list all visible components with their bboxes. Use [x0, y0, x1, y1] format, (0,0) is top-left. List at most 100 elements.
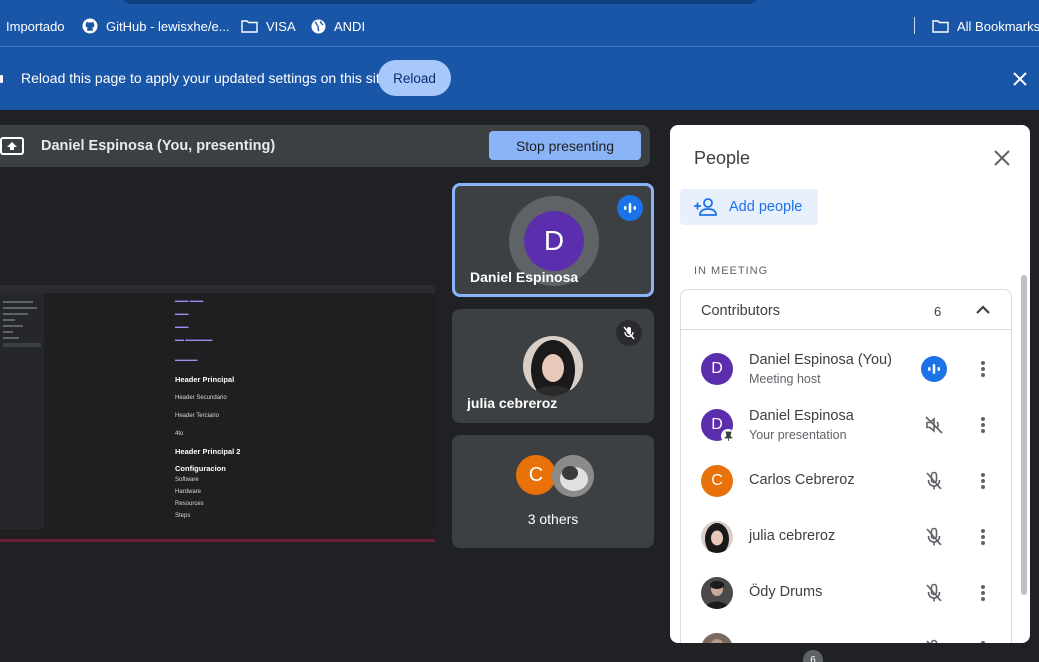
scrollbar[interactable]	[1021, 275, 1027, 595]
panel-title: People	[694, 148, 751, 168]
doc-line: Hardware	[175, 489, 202, 495]
more-vert-icon[interactable]	[976, 639, 990, 643]
avatar-initial: D	[711, 416, 723, 433]
doc-line: Software	[175, 477, 199, 483]
doc-link: ▬▬ ▬▬▬▬▬▬	[175, 337, 213, 342]
contributors-label: Contributors	[701, 303, 780, 319]
add-people-label: Add people	[729, 199, 803, 215]
close-icon[interactable]	[991, 147, 1013, 169]
add-person-icon	[694, 198, 717, 216]
participant-tile-daniel[interactable]: D Daniel Espinosa	[452, 183, 654, 297]
avatar	[552, 455, 594, 497]
participant-name: Daniel Espinosa	[749, 408, 854, 424]
mic-off-icon	[623, 326, 635, 340]
more-vert-icon[interactable]	[976, 415, 990, 435]
folder-icon	[241, 20, 258, 33]
avatar	[701, 577, 733, 609]
doc-line: Resources	[175, 501, 204, 507]
chevron-up-icon[interactable]	[973, 301, 993, 319]
doc-line: Header Terciario	[175, 413, 219, 419]
bookmark-github[interactable]: GitHub - lewisxhe/e...	[82, 17, 230, 35]
tile-name: julia cebreroz	[467, 395, 558, 411]
tile-name: 3 others	[527, 511, 579, 527]
participant-name: Carlos Cebreroz	[749, 472, 855, 488]
presenting-title: Daniel Espinosa (You, presenting)	[41, 138, 276, 154]
avatar: D	[701, 409, 735, 443]
folder-icon	[932, 20, 949, 33]
bookmarks-separator	[914, 17, 915, 34]
more-vert-icon[interactable]	[976, 359, 990, 379]
all-bookmarks-label: All Bookmarks	[957, 18, 1039, 34]
more-vert-icon[interactable]	[976, 527, 990, 547]
doc-line: Configuracion	[175, 464, 226, 473]
volume-off-icon	[925, 416, 943, 434]
doc-link: ▬▬▬▬▬	[175, 357, 198, 362]
doc-line: Header Principal	[175, 375, 235, 384]
address-bar[interactable]	[120, 0, 760, 4]
avatar: D	[701, 353, 733, 385]
participant-row[interactable]: Ödy Drums	[681, 571, 1011, 627]
bookmarks-bar: Importado GitHub - lewisxhe/e... VISA AN…	[0, 0, 1039, 47]
avatar	[701, 633, 733, 643]
participant-role: Your presentation	[749, 428, 847, 442]
contributors-header[interactable]: Contributors 6	[681, 290, 1011, 330]
mic-off-icon	[926, 471, 942, 490]
participant-row[interactable]: D Daniel Espinosa Your presentation	[681, 403, 1011, 459]
reload-infobar: Reload this page to apply your updated s…	[0, 47, 1039, 110]
bookmark-label: GitHub - lewisxhe/e...	[106, 18, 230, 34]
bookmark-visa[interactable]: VISA	[241, 17, 296, 35]
pin-icon	[723, 431, 733, 441]
doc-link: ▬▬▬ ▬▬▬	[175, 298, 204, 303]
speaking-indicator	[921, 356, 947, 382]
bookmark-label: Importado	[6, 18, 65, 34]
close-icon[interactable]	[1011, 70, 1029, 88]
mic-off-indicator	[921, 636, 947, 643]
section-heading: IN MEETING	[694, 265, 769, 277]
contributors-group: Contributors 6 D Daniel Espinosa (You) M…	[680, 289, 1012, 643]
bookmark-label: ANDI	[334, 18, 366, 34]
more-vert-icon[interactable]	[976, 583, 990, 603]
mic-off-indicator	[921, 524, 947, 550]
volume-off-indicator	[921, 412, 947, 438]
bookmark-andi[interactable]: ANDI	[311, 17, 365, 35]
participant-row[interactable]: D Daniel Espinosa (You) Meeting host	[681, 347, 1011, 403]
stop-presenting-button[interactable]: Stop presenting	[489, 131, 641, 160]
participant-count-badge[interactable]: 6	[803, 650, 823, 662]
bookmark-importado[interactable]: Importado	[6, 17, 65, 35]
participant-tile-julia[interactable]: julia cebreroz	[452, 309, 654, 423]
avatar	[523, 336, 583, 396]
github-icon	[82, 18, 98, 34]
screen-bottom-strip	[0, 539, 435, 542]
avatar: C	[516, 455, 556, 495]
mic-off-icon	[926, 639, 938, 643]
audio-wave-icon	[624, 203, 636, 213]
mic-off-indicator	[921, 580, 947, 606]
presentation-badge	[721, 429, 735, 443]
participant-row[interactable]: C Carlos Cebreroz	[681, 459, 1011, 515]
more-vert-icon[interactable]	[976, 471, 990, 491]
participant-name: Ödy Drums	[749, 584, 823, 600]
screen-titlebar	[0, 285, 435, 293]
participant-name: julia cebreroz	[749, 528, 836, 544]
people-panel: People Add people IN MEETING Contributor…	[670, 125, 1030, 643]
present-to-all-icon	[0, 137, 24, 155]
doc-link: ▬▬▬	[175, 324, 189, 329]
reload-button[interactable]: Reload	[378, 60, 451, 96]
presenting-bar: Daniel Espinosa (You, presenting) Stop p…	[0, 125, 650, 167]
doc-line: Header Principal 2	[175, 447, 241, 456]
doc-line: Steps	[175, 513, 191, 519]
globe-icon	[311, 19, 326, 33]
add-people-button[interactable]: Add people	[680, 189, 818, 225]
screen-sidebar	[0, 293, 44, 533]
participant-row[interactable]	[681, 627, 1011, 643]
participant-row[interactable]: julia cebreroz	[681, 515, 1011, 571]
avatar	[701, 521, 733, 553]
contributors-count: 6	[934, 304, 942, 319]
avatar: D	[524, 211, 584, 271]
shared-screen-preview: ▬▬▬ ▬▬▬ ▬▬▬ ▬▬▬ ▬▬ ▬▬▬▬▬▬ ▬▬▬▬▬ Header P…	[0, 285, 435, 542]
audio-wave-icon	[928, 364, 940, 374]
participant-tile-others[interactable]: C 3 others	[452, 435, 654, 548]
participant-name: Daniel Espinosa (You)	[749, 352, 892, 368]
mic-off-indicator	[616, 320, 642, 346]
all-bookmarks[interactable]: All Bookmarks	[932, 17, 1039, 35]
